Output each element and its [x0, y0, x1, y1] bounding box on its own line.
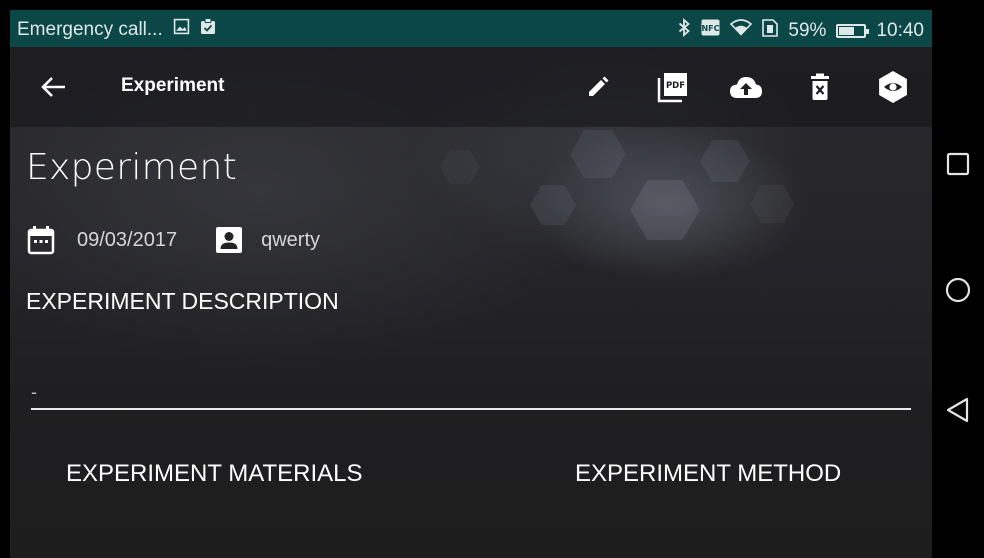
experiment-meta: 09/03/2017 qwerty: [27, 225, 320, 255]
bluetooth-icon: [678, 17, 691, 43]
tab-experiment-materials[interactable]: EXPERIMENT MATERIALS: [66, 460, 363, 488]
background-hex: [530, 185, 576, 225]
experiment-date: 09/03/2017: [77, 228, 178, 251]
experiment-author: qwerty: [261, 228, 321, 251]
description-field[interactable]: -: [31, 374, 911, 410]
svg-text:NFC: NFC: [702, 24, 720, 33]
preview-button[interactable]: [875, 69, 911, 105]
clock: 10:40: [876, 19, 924, 41]
home-circle-icon: [945, 277, 971, 303]
home-button[interactable]: [932, 264, 984, 316]
person-icon: [216, 227, 243, 253]
visibility-eye-icon: [879, 71, 907, 103]
status-bar: Emergency call... NFC 59% 10:40: [10, 10, 932, 47]
wifi-icon: [730, 19, 753, 42]
nfc-icon: NFC: [701, 19, 720, 42]
export-pdf-button[interactable]: PDF: [655, 69, 691, 105]
svg-text:PDF: PDF: [666, 81, 685, 91]
notification-text: Emergency call...: [17, 18, 163, 40]
description-heading: EXPERIMENT DESCRIPTION: [26, 288, 339, 314]
battery-percent: 59%: [788, 19, 827, 41]
background-hex: [750, 185, 794, 223]
app-window: Emergency call... NFC 59% 10:40 Experime…: [10, 10, 932, 558]
app-toolbar: Experiment PDF: [10, 47, 932, 127]
sim-icon: [762, 18, 779, 43]
background-hex: [630, 180, 700, 240]
clipboard-icon: [200, 18, 216, 41]
back-button[interactable]: [36, 69, 72, 105]
delete-button[interactable]: [802, 69, 838, 105]
background-hex: [570, 130, 626, 178]
calendar-icon: [27, 226, 55, 255]
recents-square-icon: [946, 152, 970, 176]
upload-button[interactable]: [728, 69, 764, 105]
pdf-icon: PDF: [657, 73, 687, 103]
image-icon: [173, 18, 190, 41]
recents-button[interactable]: [932, 138, 984, 190]
battery-icon: [836, 23, 870, 38]
edit-button[interactable]: [580, 69, 616, 105]
back-nav-button[interactable]: [932, 384, 984, 436]
cloud-upload-icon: [730, 77, 762, 98]
experiment-title: Experiment: [26, 147, 238, 188]
device-screen: Emergency call... NFC 59% 10:40 Experime…: [0, 0, 984, 558]
edit-pencil-icon: [589, 76, 609, 96]
background-hex: [700, 140, 750, 182]
back-triangle-icon: [946, 397, 969, 423]
navigation-bar: [932, 0, 984, 558]
background-hex: [440, 150, 480, 184]
toolbar-title: Experiment: [121, 75, 225, 96]
battery-level: [839, 26, 854, 35]
description-value: -: [31, 382, 37, 402]
back-arrow-icon: [41, 77, 65, 97]
delete-icon: [811, 73, 829, 100]
tab-experiment-method[interactable]: EXPERIMENT METHOD: [575, 460, 841, 488]
